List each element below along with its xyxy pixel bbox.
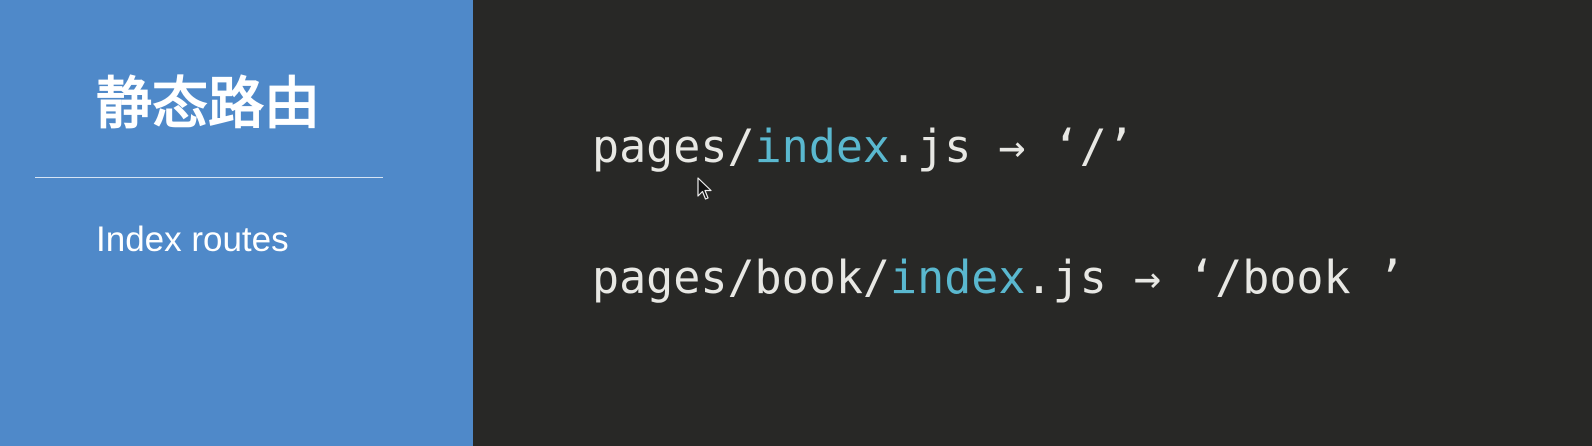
- code-suffix: .js → ‘/book ’: [1025, 251, 1405, 304]
- code-panel: [473, 0, 1592, 446]
- slide-subtitle: Index routes: [96, 220, 289, 259]
- sidebar-divider: [35, 177, 383, 178]
- code-keyword-index: index: [890, 251, 1026, 304]
- code-line-book-index: pages/book/index.js → ‘/book ’: [592, 250, 1405, 306]
- code-prefix: pages/book/: [592, 251, 891, 304]
- code-prefix: pages/: [592, 120, 755, 173]
- code-suffix: .js → ‘/’: [890, 120, 1134, 173]
- sidebar-panel: 静态路由 Index routes: [0, 0, 473, 446]
- slide-title: 静态路由: [96, 72, 320, 137]
- code-line-index: pages/index.js → ‘/’: [592, 119, 1134, 175]
- mouse-pointer-icon: [697, 177, 712, 200]
- code-keyword-index: index: [754, 120, 891, 173]
- slide: 静态路由 Index routes pages/index.js → ‘/’ p…: [0, 0, 1592, 446]
